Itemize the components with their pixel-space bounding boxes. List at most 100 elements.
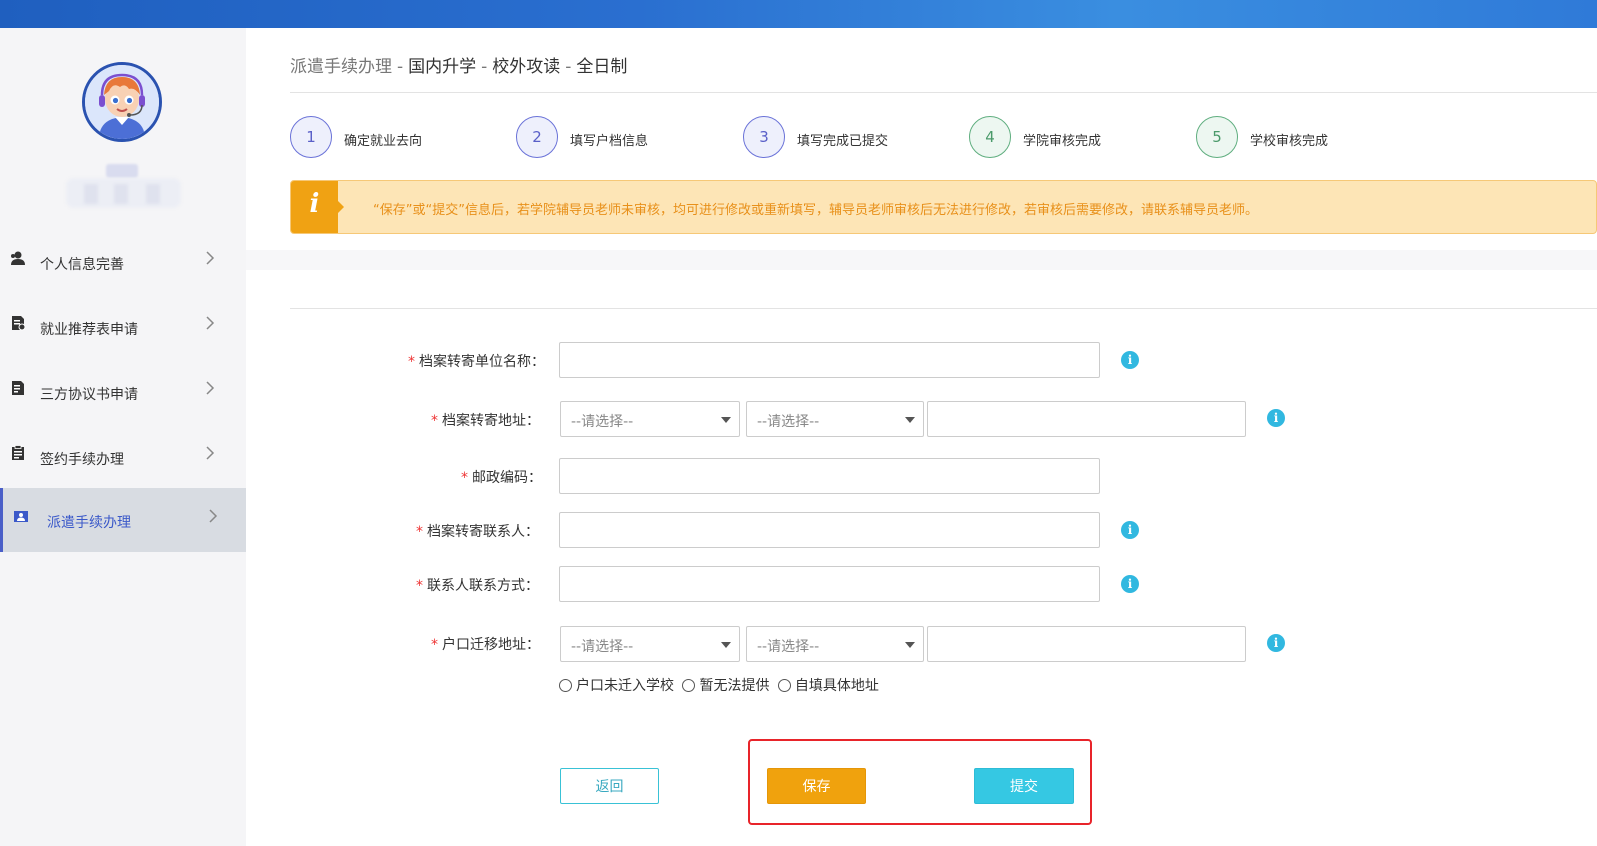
id-card-icon: [14, 511, 28, 522]
info-icon[interactable]: i: [1121, 351, 1139, 369]
field-label-text: 联系人联系方式：: [427, 578, 539, 594]
step-number: 2: [516, 116, 558, 158]
breadcrumb-level3: 全日制: [576, 57, 628, 77]
required-mark: *: [431, 413, 438, 429]
save-button[interactable]: 保存: [767, 768, 866, 804]
breadcrumb-root[interactable]: 派遣手续办理: [290, 57, 392, 77]
archive-province-select[interactable]: --请选择--: [560, 401, 740, 437]
required-mark: *: [408, 354, 415, 370]
sidebar-item-label: 个人信息完善: [40, 257, 124, 273]
contact-phone-input[interactable]: [559, 566, 1100, 602]
step-label: 填写完成已提交: [797, 134, 889, 149]
radio-hukou-not-moved[interactable]: 户口未迁入学校: [559, 675, 674, 695]
notice-icon-glyph: i: [309, 189, 320, 219]
breadcrumb-separator: -: [565, 57, 572, 77]
top-banner: [0, 0, 1597, 28]
sidebar-item-signing-procedures[interactable]: 签约手续办理: [0, 425, 246, 489]
breadcrumb-level1: 国内升学: [408, 57, 477, 77]
radio-label: 自填具体地址: [794, 678, 879, 694]
step-label: 确定就业去向: [344, 134, 423, 149]
sidebar-item-label: 就业推荐表申请: [40, 322, 138, 338]
chevron-right-icon: [206, 316, 215, 330]
select-value: --请选择--: [757, 639, 820, 655]
divider: [290, 92, 1597, 93]
hukou-option-group: 户口未迁入学校 暂无法提供 自填具体地址: [559, 675, 883, 696]
document-icon: [12, 316, 26, 331]
info-icon[interactable]: i: [1267, 634, 1285, 652]
radio-circle[interactable]: [682, 678, 696, 692]
sidebar-item-label: 三方协议书申请: [40, 387, 138, 403]
agreement-icon: [12, 381, 24, 395]
required-mark: *: [416, 524, 423, 540]
field-label-text: 档案转寄联系人：: [427, 524, 539, 540]
back-button[interactable]: 返回: [560, 768, 659, 804]
archive-contact-input[interactable]: [559, 512, 1100, 548]
required-mark: *: [431, 637, 438, 653]
archive-city-select[interactable]: --请选择--: [746, 401, 924, 437]
required-mark: *: [416, 578, 423, 594]
clipboard-icon: [12, 445, 24, 460]
archive-unit-input[interactable]: [559, 342, 1100, 378]
user-id-blurred: [66, 178, 181, 208]
label-hukou-address: * 户口迁移地址：: [431, 634, 540, 654]
info-icon[interactable]: i: [1267, 409, 1285, 427]
radio-self-fill-address[interactable]: 自填具体地址: [777, 675, 879, 695]
chevron-down-icon: [905, 642, 915, 648]
info-icon[interactable]: i: [1121, 521, 1139, 539]
breadcrumb-separator: -: [397, 57, 404, 77]
field-label-text: 档案转寄单位名称：: [419, 354, 545, 370]
section-gap: [246, 250, 1597, 270]
radio-unable-to-provide[interactable]: 暂无法提供: [682, 675, 769, 695]
label-archive-unit: * 档案转寄单位名称：: [408, 351, 545, 371]
postcode-input[interactable]: [559, 458, 1100, 494]
select-value: --请选择--: [571, 639, 634, 655]
sidebar: 个人信息完善 就业推荐表申请 三方协议书申请 签约手续办理 派遣手续办理: [0, 28, 246, 846]
chevron-right-icon: [206, 251, 215, 265]
step-label: 填写户档信息: [570, 134, 649, 149]
sidebar-item-tripartite-agreement[interactable]: 三方协议书申请: [0, 360, 246, 424]
step-number: 4: [969, 116, 1011, 158]
label-archive-contact: * 档案转寄联系人：: [416, 521, 539, 541]
step-label: 学校审核完成: [1250, 134, 1329, 149]
sidebar-item-personal-info[interactable]: 个人信息完善: [0, 230, 246, 294]
divider: [290, 308, 1597, 309]
breadcrumb: 派遣手续办理 - 国内升学 - 校外攻读 - 全日制: [290, 52, 627, 77]
step-number: 1: [290, 116, 332, 158]
submit-button[interactable]: 提交: [974, 768, 1074, 804]
label-contact-phone: * 联系人联系方式：: [416, 575, 539, 595]
hukou-address-detail-input[interactable]: [927, 626, 1246, 662]
hukou-province-select[interactable]: --请选择--: [560, 626, 740, 662]
field-label-text: 邮政编码：: [472, 470, 542, 486]
step-label: 学院审核完成: [1023, 134, 1102, 149]
radio-label: 户口未迁入学校: [576, 678, 674, 694]
notice-banner: i “保存”或“提交”信息后，若学院辅导员老师未审核，均可进行修改或重新填写，辅…: [290, 180, 1597, 234]
select-value: --请选择--: [571, 414, 634, 430]
info-icon: i: [291, 181, 338, 233]
radio-label: 暂无法提供: [699, 678, 770, 694]
radio-circle[interactable]: [559, 678, 572, 692]
hukou-city-select[interactable]: --请选择--: [746, 626, 924, 662]
label-archive-address: * 档案转寄地址：: [431, 410, 540, 430]
chevron-down-icon: [721, 642, 731, 648]
field-label-text: 户口迁移地址：: [442, 637, 540, 653]
radio-circle[interactable]: [777, 678, 791, 692]
sidebar-item-label: 签约手续办理: [40, 452, 124, 468]
info-icon[interactable]: i: [1121, 575, 1139, 593]
sidebar-item-dispatch-procedures[interactable]: 派遣手续办理: [0, 488, 246, 552]
notice-text: “保存”或“提交”信息后，若学院辅导员老师未审核，均可进行修改或重新填写，辅导员…: [373, 203, 1258, 218]
select-value: --请选择--: [757, 414, 820, 430]
archive-address-detail-input[interactable]: [927, 401, 1246, 437]
required-mark: *: [461, 470, 468, 486]
avatar: [82, 62, 162, 142]
breadcrumb-separator: -: [481, 57, 488, 77]
chevron-right-icon: [209, 509, 218, 523]
chevron-right-icon: [206, 446, 215, 460]
sidebar-item-recommendation-form[interactable]: 就业推荐表申请: [0, 295, 246, 359]
chevron-down-icon: [905, 417, 915, 423]
chevron-right-icon: [206, 381, 215, 395]
step-number: 3: [743, 116, 785, 158]
field-label-text: 档案转寄地址：: [442, 413, 540, 429]
breadcrumb-level2: 校外攻读: [492, 57, 561, 77]
chevron-down-icon: [721, 417, 731, 423]
sidebar-item-label: 派遣手续办理: [47, 515, 131, 531]
